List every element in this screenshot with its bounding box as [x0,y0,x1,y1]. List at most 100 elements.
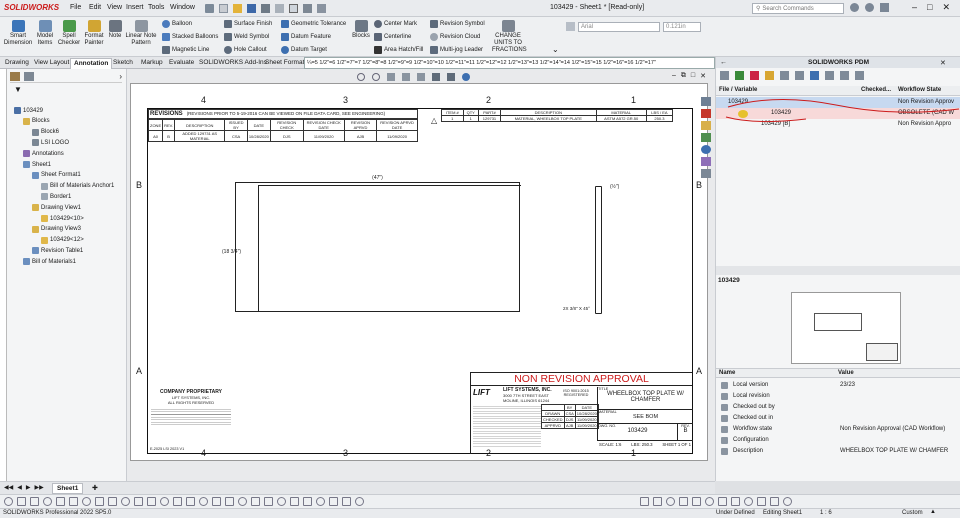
tree-item[interactable]: Annotations [23,150,64,158]
add-sheet-icon[interactable]: ✚ [92,484,98,492]
pdm-close-icon[interactable]: ✕ [940,59,946,67]
surface-finish-button[interactable]: Surface Finish [224,20,272,28]
bill-of-materials-table[interactable]: △ ITEM # QTY PART# DESCRIPTION MATERIAL LBS /… [431,109,674,125]
print-icon[interactable] [261,4,270,13]
dimension-thickness[interactable]: (½") [610,184,619,190]
font-size-input[interactable]: 0.121in [663,22,701,32]
revision-cloud-button[interactable]: Revision Cloud [430,33,480,41]
jog-icon[interactable] [718,497,727,506]
property-row[interactable]: Workflow state Non Revision Approval (CAD… [716,425,960,435]
save-icon[interactable] [247,4,256,13]
split-icon[interactable] [705,497,714,506]
magnetic-line-button[interactable]: Magnetic Line [162,46,209,54]
tree-item[interactable]: Sheet1 [23,161,51,168]
new-document-icon[interactable] [219,4,228,13]
dimension-icon[interactable] [199,497,208,506]
last-sheet-icon[interactable]: ▶▶ [34,484,43,491]
help-icon[interactable] [850,3,859,12]
layer-icon[interactable] [770,497,779,506]
tree-item[interactable]: Block6 [32,128,59,136]
pdm-get-latest-icon[interactable] [765,71,774,80]
linear-note-pattern-button[interactable]: Linear Note Pattern [125,20,157,47]
balloon-button[interactable]: Balloon [162,20,192,28]
pdm-change-state-icon[interactable] [795,71,804,80]
hole-callout-button[interactable]: Hole Callout [224,46,267,54]
tree-item[interactable]: 103429<12> [41,236,84,244]
tab-markup[interactable]: Markup [138,58,166,69]
home-pane-icon[interactable] [701,97,711,106]
revision-symbol-button[interactable]: Revision Symbol [430,20,485,28]
property-row[interactable]: Local revision [716,392,960,402]
tree-item[interactable]: Bill of Materials1 [23,258,76,266]
pdm-back-icon[interactable]: ← [720,59,727,66]
pdm-horizontal-scrollbar[interactable] [716,266,960,275]
property-row[interactable]: Configuration [716,436,960,446]
doc-minimize-icon[interactable]: – [672,72,676,80]
model-items-button[interactable]: Model Items [34,20,56,47]
tab-sketch[interactable]: Sketch [110,58,136,69]
tree-item[interactable]: Drawing View1 [32,204,81,212]
multi-jog-leader-button[interactable]: Multi-jog Leader [430,46,483,54]
doc-restore-icon[interactable]: ⧉ [681,72,686,80]
revision-table[interactable]: REVISIONS (REVISIONS PRIOR TO 5-19-2016 … [147,109,418,142]
tree-item[interactable]: 103429 [14,107,43,114]
tree-item[interactable]: Border1 [41,193,71,201]
home-icon[interactable] [205,4,214,13]
pdm-search-icon[interactable] [855,71,864,80]
mirror-icon[interactable] [160,497,169,506]
side-view-outline[interactable] [595,186,602,314]
snap-icon[interactable] [238,497,247,506]
font-name-select[interactable]: Arial [578,22,660,32]
rotate-icon[interactable] [653,497,662,506]
point-icon[interactable] [277,497,286,506]
front-view-outline[interactable] [235,182,521,312]
circle-icon[interactable] [69,497,78,506]
tree-item[interactable]: Bill of Materials Anchor1 [41,182,114,190]
zoom-to-fit-icon[interactable] [357,73,365,81]
move-icon[interactable] [355,497,364,506]
change-units-button[interactable]: CHANGE UNITS TO FRACTIONS [492,20,527,54]
arc-icon[interactable] [82,497,91,506]
col-file-variable[interactable]: File / Variable [719,87,757,93]
pdm-refresh-icon[interactable] [720,71,729,80]
zoom-area-icon[interactable] [372,73,380,81]
section-view-icon[interactable] [402,73,410,81]
previous-view-icon[interactable] [387,73,395,81]
stretch-icon[interactable] [679,497,688,506]
undo-icon[interactable] [275,4,284,13]
tab-solidworks-add-ins[interactable]: SOLIDWORKS Add-Ins [196,58,270,69]
chamfer-note[interactable]: 2X 3/8" X 45° [563,306,590,311]
center-mark-button[interactable]: Center Mark [374,20,417,28]
tree-item[interactable]: Blocks [23,117,50,125]
pdm-checkout-icon[interactable] [750,71,759,80]
line-icon[interactable] [43,497,52,506]
first-sheet-icon[interactable]: ◀◀ [4,484,13,491]
prev-sheet-icon[interactable]: ◀ [17,484,22,491]
relation-icon[interactable] [212,497,221,506]
geometric-tolerance-button[interactable]: Geometric Tolerance [281,20,346,28]
pdm-pane-icon[interactable] [701,145,711,154]
spell-checker-button[interactable]: Spell Checker [57,20,81,47]
doc-close-icon[interactable]: ✕ [700,72,706,80]
copy-icon[interactable] [640,497,649,506]
tree-item[interactable]: Drawing View3 [32,225,81,233]
minimize-icon[interactable]: – [912,2,917,13]
blocks-button[interactable]: Blocks [350,20,372,40]
menu-view[interactable]: View [107,4,122,11]
open-folder-icon[interactable] [233,4,242,13]
col-workflow-state[interactable]: Workflow State [898,87,941,93]
tab-sheet1[interactable]: Sheet1 [52,483,84,494]
filter-icon[interactable]: ▼ [14,85,22,94]
dimension-length[interactable]: (47") [235,175,520,181]
close-icon[interactable]: ✕ [942,2,950,13]
hide-show-icon[interactable] [432,73,440,81]
pen-icon[interactable] [4,497,13,506]
rectangle-icon[interactable] [56,497,65,506]
color-icon[interactable] [783,497,792,506]
menu-file[interactable]: File [70,4,81,11]
design-library-icon[interactable] [701,121,711,130]
datum-feature-button[interactable]: Datum Feature [281,33,331,41]
status-units[interactable]: Custom [902,510,923,516]
sketch-text-icon[interactable] [121,497,130,506]
spline-icon[interactable] [95,497,104,506]
